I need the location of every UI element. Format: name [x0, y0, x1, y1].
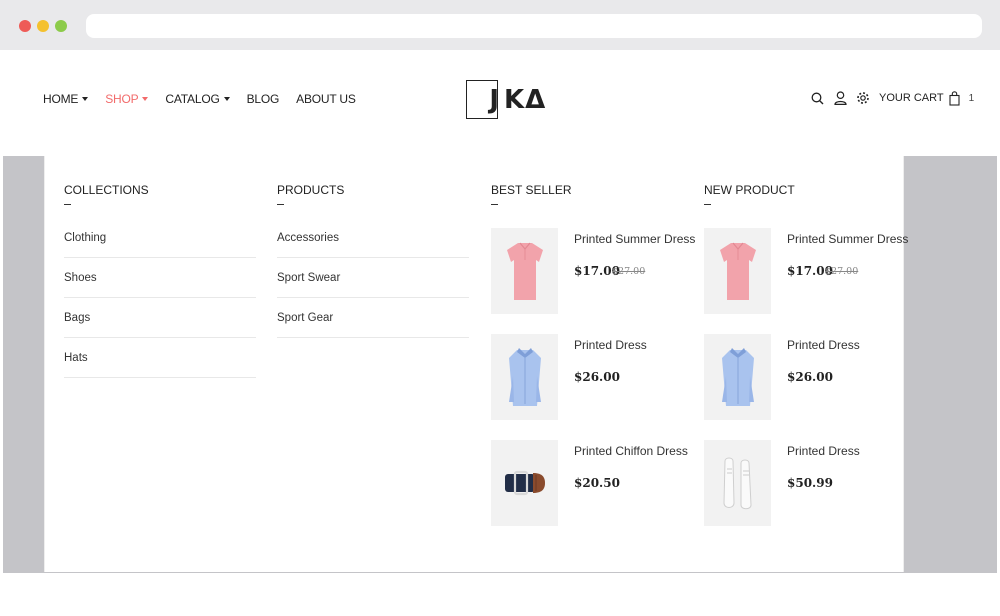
product-card[interactable]: Printed Dress $26.00 — [491, 334, 691, 420]
product-image-blue-shirt[interactable] — [491, 334, 558, 420]
header-actions: YOUR CART 1 — [809, 90, 974, 106]
shopping-bag-icon[interactable] — [947, 90, 963, 106]
product-name[interactable]: Printed Summer Dress — [574, 232, 695, 246]
product-card[interactable]: Printed Dress $26.00 — [704, 334, 904, 420]
product-card[interactable]: Printed Summer Dress $17.00 $27.00 — [704, 228, 908, 314]
product-name[interactable]: Printed Summer Dress — [787, 232, 908, 246]
gear-icon[interactable] — [855, 90, 871, 106]
caret-down-icon — [223, 97, 230, 101]
best-seller-title: BEST SELLER — [491, 183, 572, 197]
new-product-title: NEW PRODUCT — [704, 183, 795, 197]
title-underline — [491, 204, 498, 205]
title-underline — [704, 204, 711, 205]
products-title: PRODUCTS — [277, 183, 345, 197]
belt-icon — [504, 470, 545, 496]
site-header: HOME SHOP CATALOG BLOG ABOUT US J KΔ YOU… — [3, 50, 997, 156]
product-card[interactable]: Printed Chiffon Dress $20.50 — [491, 440, 691, 526]
product-price: $20.50 — [574, 476, 620, 490]
product-old-price: $27.00 — [825, 266, 859, 277]
page-footer-band — [0, 573, 1000, 616]
logo-letter-j: J — [489, 84, 499, 115]
nav-catalog[interactable]: CATALOG — [165, 92, 230, 106]
product-image-belt[interactable] — [491, 440, 558, 526]
nav-home-label: HOME — [43, 92, 79, 106]
nav-about-label: ABOUT US — [296, 92, 356, 106]
caret-down-icon — [142, 97, 149, 101]
products-list: Accessories Sport Swear Sport Gear — [277, 218, 469, 338]
logo-letters: KΔ — [504, 84, 547, 115]
browser-toolbar — [0, 0, 1000, 50]
nav-blog[interactable]: BLOG — [247, 92, 280, 106]
cart-label[interactable]: YOUR CART — [879, 92, 944, 104]
nav-home[interactable]: HOME — [43, 92, 89, 106]
collections-title: COLLECTIONS — [64, 183, 149, 197]
site-logo[interactable]: J KΔ — [466, 80, 546, 119]
menu-link-sport-gear[interactable]: Sport Gear — [277, 298, 469, 338]
title-underline — [277, 204, 284, 205]
main-nav: HOME SHOP CATALOG BLOG ABOUT US — [43, 92, 373, 106]
minimize-window-dot[interactable] — [37, 20, 49, 32]
product-price: $50.99 — [787, 476, 833, 490]
search-icon[interactable] — [809, 90, 825, 106]
product-image-pink-shirt[interactable] — [491, 228, 558, 314]
caret-down-icon — [82, 97, 89, 101]
product-name[interactable]: Printed Dress — [787, 338, 860, 352]
menu-link-accessories[interactable]: Accessories — [277, 218, 469, 258]
close-window-dot[interactable] — [19, 20, 31, 32]
nav-shop-label: SHOP — [105, 92, 139, 106]
logo-box: J — [466, 80, 499, 119]
pink-shirt-icon — [719, 242, 756, 300]
white-sneakers-icon — [722, 457, 752, 510]
nav-catalog-label: CATALOG — [165, 92, 220, 106]
menu-link-sport-swear[interactable]: Sport Swear — [277, 258, 469, 298]
address-bar[interactable] — [86, 14, 982, 38]
blue-shirt-icon — [721, 348, 754, 406]
menu-link-hats[interactable]: Hats — [64, 338, 256, 378]
menu-link-bags[interactable]: Bags — [64, 298, 256, 338]
product-image-blue-shirt[interactable] — [704, 334, 771, 420]
product-image-pink-shirt[interactable] — [704, 228, 771, 314]
maximize-window-dot[interactable] — [55, 20, 67, 32]
product-price: $26.00 — [574, 370, 620, 384]
product-name[interactable]: Printed Dress — [574, 338, 647, 352]
user-icon[interactable] — [832, 90, 848, 106]
product-image-white-sneakers[interactable] — [704, 440, 771, 526]
nav-shop[interactable]: SHOP — [105, 92, 149, 106]
blue-shirt-icon — [508, 348, 541, 406]
title-underline — [64, 204, 71, 205]
shop-mega-menu: COLLECTIONS Clothing Shoes Bags Hats PRO… — [44, 156, 908, 572]
product-name[interactable]: Printed Dress — [787, 444, 860, 458]
product-old-price: $27.00 — [612, 266, 646, 277]
menu-link-clothing[interactable]: Clothing — [64, 218, 256, 258]
menu-link-shoes[interactable]: Shoes — [64, 258, 256, 298]
nav-blog-label: BLOG — [246, 92, 280, 106]
nav-about[interactable]: ABOUT US — [296, 92, 356, 106]
product-card[interactable]: Printed Summer Dress $17.00 $27.00 — [491, 228, 695, 314]
product-price: $26.00 — [787, 370, 833, 384]
product-name[interactable]: Printed Chiffon Dress — [574, 444, 688, 458]
pink-shirt-icon — [506, 242, 543, 300]
collections-list: Clothing Shoes Bags Hats — [64, 218, 256, 378]
cart-count-badge: 1 — [968, 92, 975, 104]
product-card[interactable]: Printed Dress $50.99 — [704, 440, 904, 526]
